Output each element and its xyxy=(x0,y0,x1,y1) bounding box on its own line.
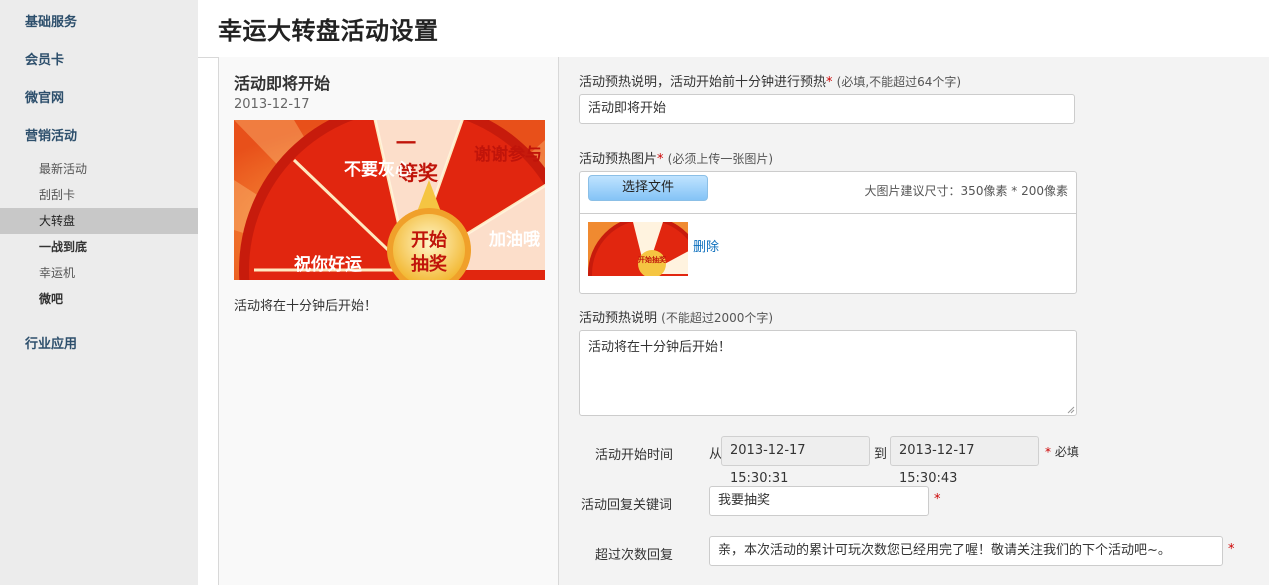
svg-text:抽奖: 抽奖 xyxy=(411,253,448,275)
nav-member-card[interactable]: 会员卡 xyxy=(0,42,198,80)
svg-text:加油哦: 加油哦 xyxy=(488,229,540,250)
uploaded-image-thumbnail: 开始抽奖 xyxy=(588,222,688,276)
preview-title: 活动即将开始 xyxy=(234,74,331,93)
image-size-hint: 大图片建议尺寸：350像素 * 200像素 xyxy=(864,184,1068,198)
warmup-long-textarea[interactable]: 活动将在十分钟后开始！ xyxy=(579,330,1077,416)
nav-marketing[interactable]: 营销活动 xyxy=(0,118,198,156)
preview-panel: 活动即将开始 2013-12-17 一 等奖 不要灰心 谢谢参与 加油哦 祝你好… xyxy=(218,57,559,585)
svg-text:开始抽奖: 开始抽奖 xyxy=(638,255,667,264)
start-time-label: 活动开始时间 xyxy=(595,448,674,463)
overlimit-required-star: * xyxy=(1228,542,1235,557)
keyword-label: 活动回复关键词 xyxy=(581,498,673,513)
preview-wheel-image: 一 等奖 不要灰心 谢谢参与 加油哦 祝你好运 开始 抽奖 xyxy=(234,120,545,280)
resize-grip-icon[interactable] xyxy=(1067,406,1075,414)
nav-sub-scratch-card[interactable]: 刮刮卡 xyxy=(0,182,198,208)
nav-industry[interactable]: 行业应用 xyxy=(0,326,198,364)
warmup-long-label: 活动预热说明 (不能超过2000个字) xyxy=(579,311,774,326)
preview-date: 2013-12-17 xyxy=(234,97,310,112)
delete-image-link[interactable]: 删除 xyxy=(693,236,719,255)
svg-text:开始: 开始 xyxy=(411,229,447,251)
warmup-image-label: 活动预热图片* (必须上传一张图片) xyxy=(579,152,774,167)
page-title: 幸运大转盘活动设置 xyxy=(218,17,439,45)
to-label: 到 xyxy=(874,447,888,462)
nav-basic-services[interactable]: 基础服务 xyxy=(0,4,198,42)
nav-sub-lucky-wheel[interactable]: 大转盘 xyxy=(0,208,198,234)
svg-text:谢谢参与: 谢谢参与 xyxy=(474,144,542,165)
choose-file-button[interactable]: 选择文件 xyxy=(588,175,708,201)
end-time-input[interactable]: 2013-12-17 15:30:43 xyxy=(890,436,1039,486)
warmup-desc-label: 活动预热说明，活动开始前十分钟进行预热* (必填,不能超过64个字) xyxy=(579,75,962,90)
svg-text:祝你好运: 祝你好运 xyxy=(294,254,362,275)
sidebar: 基础服务 会员卡 微官网 营销活动 最新活动 刮刮卡 大转盘 一战到底 幸运机 … xyxy=(0,0,198,585)
required-note: * 必填 xyxy=(1045,445,1079,459)
keyword-input[interactable]: 我要抽奖 xyxy=(709,486,929,516)
keyword-required-star: * xyxy=(934,492,941,507)
preview-description: 活动将在十分钟后开始！ xyxy=(234,299,378,314)
overlimit-reply-input[interactable]: 亲，本次活动的累计可玩次数您已经用完了喔！敬请关注我们的下个活动吧~。 xyxy=(709,536,1223,566)
nav-sub-micro-bar[interactable]: 微吧 xyxy=(0,286,198,312)
image-upload-box: 选择文件 大图片建议尺寸：350像素 * 200像素 开始抽奖 删除 xyxy=(579,171,1077,294)
warmup-desc-input[interactable]: 活动即将开始 xyxy=(579,94,1075,124)
nav-sub-latest[interactable]: 最新活动 xyxy=(0,156,198,182)
nav-sub-slot-machine[interactable]: 幸运机 xyxy=(0,260,198,286)
svg-text:一: 一 xyxy=(396,131,416,155)
upload-toolbar: 选择文件 大图片建议尺寸：350像素 * 200像素 xyxy=(580,172,1076,214)
start-time-input[interactable]: 2013-12-17 15:30:31 xyxy=(721,436,870,486)
nav-micro-site[interactable]: 微官网 xyxy=(0,80,198,118)
nav-sub-fight-to-end[interactable]: 一战到底 xyxy=(0,234,198,260)
svg-text:不要灰心: 不要灰心 xyxy=(344,159,412,180)
overlimit-label: 超过次数回复 xyxy=(595,548,674,563)
